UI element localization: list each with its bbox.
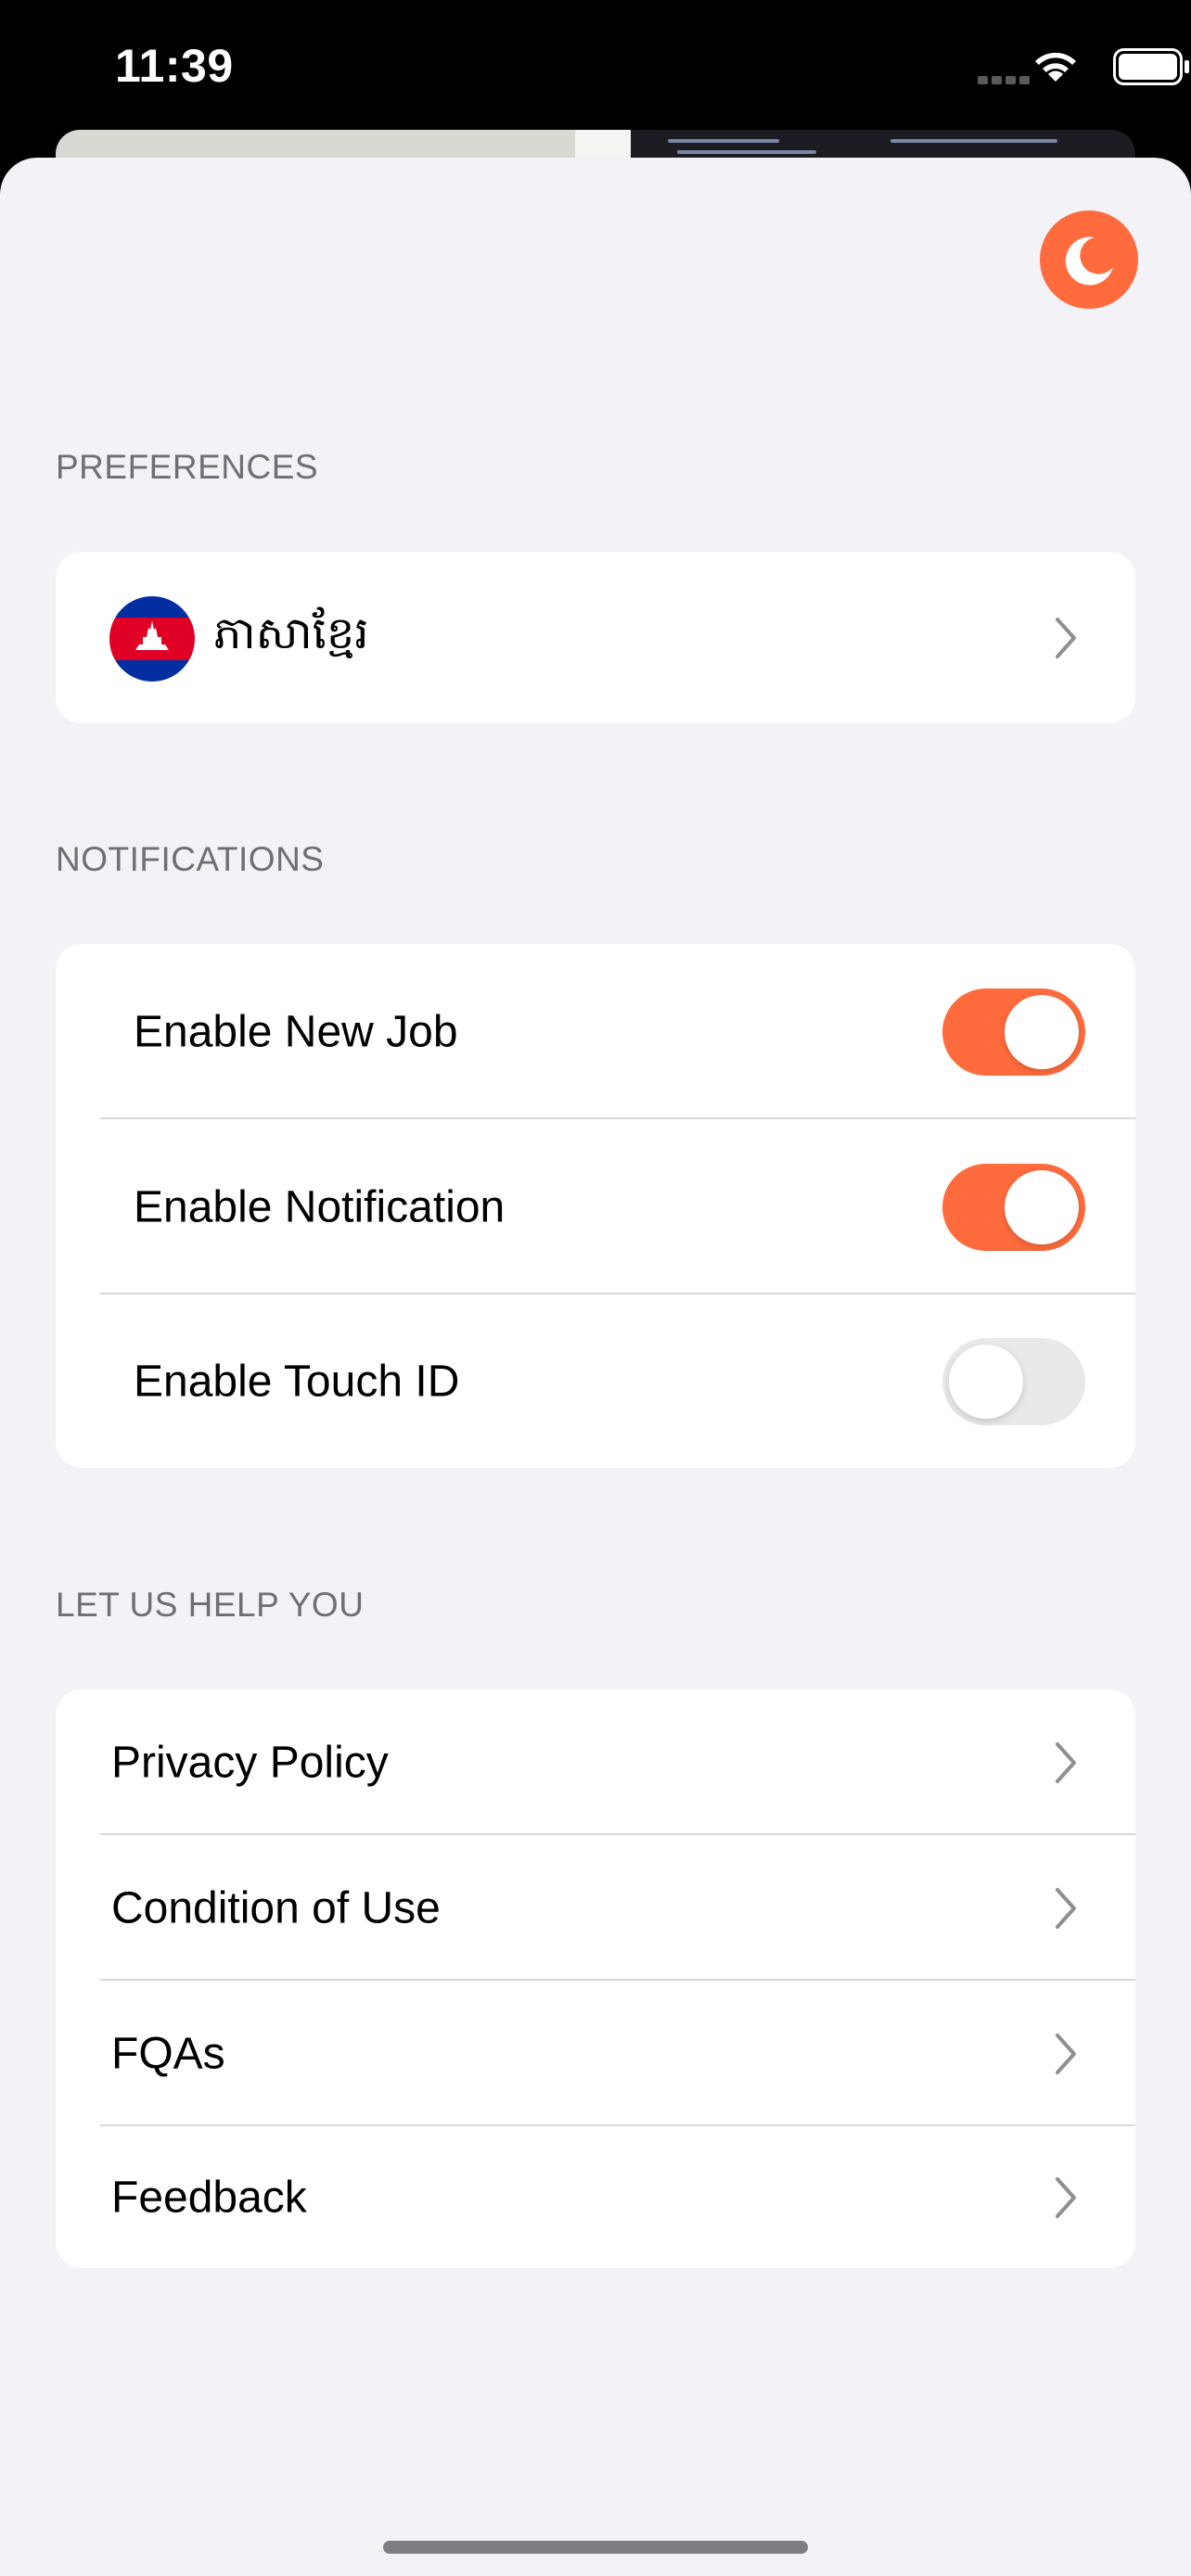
privacy-policy-label: Privacy Policy — [111, 1738, 389, 1787]
enable-touch-id-row: Enable Touch ID — [56, 1294, 1135, 1468]
settings-sheet: PREFERENCES ភាសាខ្មែរ NOTIFICATIONS Enab… — [0, 158, 1191, 2576]
moon-icon — [1065, 236, 1113, 286]
enable-new-job-row: Enable New Job — [56, 944, 1135, 1119]
preferences-group: ភាសាខ្មែរ — [56, 552, 1135, 723]
chevron-right-icon — [1056, 2176, 1076, 2218]
wifi-icon — [1035, 52, 1076, 82]
chevron-right-icon — [1056, 1741, 1076, 1783]
cambodia-flag-icon — [109, 596, 195, 682]
feedback-row[interactable]: Feedback — [56, 2126, 1135, 2268]
language-label: ភាសាខ្មែរ — [213, 608, 369, 658]
preferences-header: PREFERENCES — [56, 448, 319, 486]
enable-notification-row: Enable Notification — [56, 1119, 1135, 1294]
faqs-label: FQAs — [111, 2029, 225, 2078]
enable-new-job-toggle[interactable] — [942, 988, 1085, 1076]
notifications-group: Enable New Job Enable Notification Enabl… — [56, 944, 1135, 1468]
notifications-header: NOTIFICATIONS — [56, 840, 325, 878]
chevron-right-icon — [1056, 617, 1076, 658]
condition-of-use-label: Condition of Use — [111, 1883, 441, 1932]
language-row[interactable]: ភាសាខ្មែរ — [56, 552, 1135, 723]
privacy-policy-row[interactable]: Privacy Policy — [56, 1690, 1135, 1835]
theme-toggle-button[interactable] — [1040, 210, 1138, 309]
feedback-label: Feedback — [111, 2173, 307, 2222]
enable-notification-toggle[interactable] — [942, 1163, 1085, 1251]
enable-touch-id-label: Enable Touch ID — [134, 1357, 460, 1406]
home-indicator[interactable] — [383, 2541, 808, 2554]
chevron-right-icon — [1056, 2033, 1076, 2074]
faqs-row[interactable]: FQAs — [56, 1981, 1135, 2126]
help-group: Privacy Policy Condition of Use FQAs Fee… — [56, 1690, 1135, 2268]
help-header: LET US HELP YOU — [56, 1586, 365, 1624]
enable-touch-id-toggle[interactable] — [942, 1337, 1085, 1425]
battery-icon — [1113, 48, 1189, 85]
status-time: 11:39 — [115, 40, 234, 92]
condition-of-use-row[interactable]: Condition of Use — [56, 1835, 1135, 1981]
enable-notification-label: Enable Notification — [134, 1182, 506, 1231]
enable-new-job-label: Enable New Job — [134, 1007, 458, 1056]
chevron-right-icon — [1056, 1887, 1076, 1929]
signal-icon — [978, 72, 1033, 89]
status-bar: 11:39 — [0, 0, 1191, 139]
